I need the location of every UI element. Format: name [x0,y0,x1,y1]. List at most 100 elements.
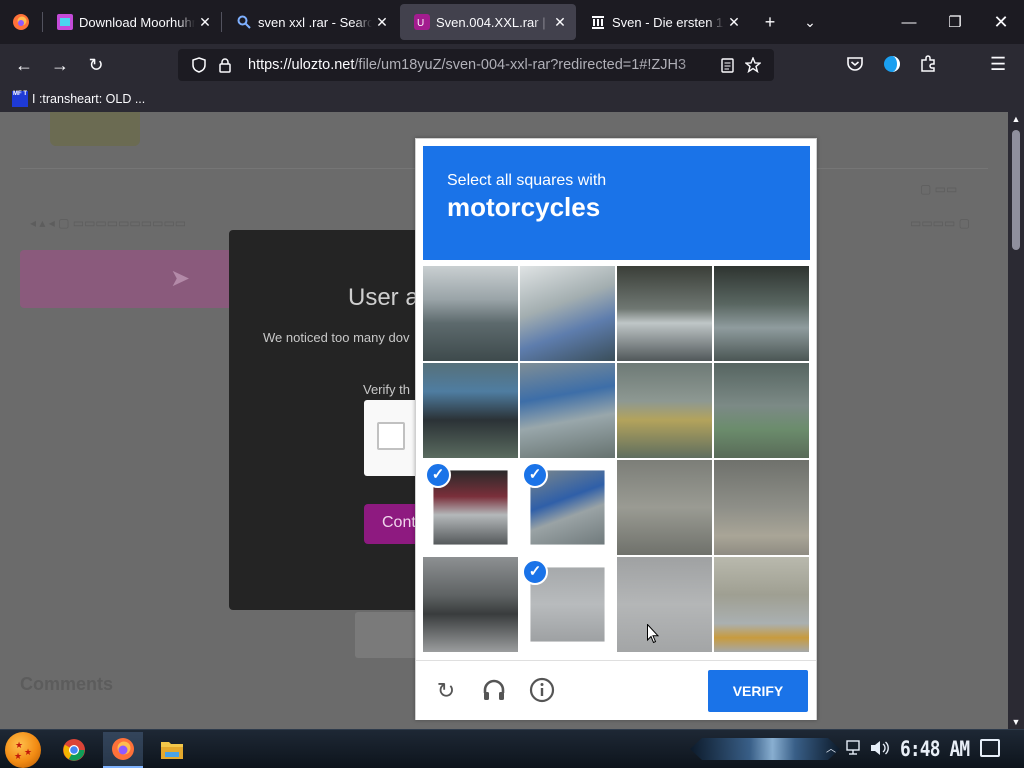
recaptcha-challenge: Select all squares with motorcycles ✓✓✓✓… [415,138,817,720]
start-button-orb-icon[interactable]: ★ ★ ★ [5,732,41,768]
captcha-tile-image [423,363,518,458]
download-arrow-icon: ➤ [170,265,191,292]
lock-icon[interactable] [212,57,238,73]
dialog-message: We noticed too many dov [263,330,410,345]
volume-speaker-icon[interactable] [870,740,890,759]
close-tab-icon[interactable]: ✕ [552,14,568,31]
challenge-footer: ↻ VERIFY [416,660,816,720]
svg-text:U: U [417,18,424,29]
ulozto-favicon-icon: U [414,14,430,30]
vertical-scrollbar[interactable]: ▲ ▼ [1008,112,1024,729]
navigation-toolbar: ← → ↻ https://ulozto.net/file/um18yuZ/sv… [0,44,1024,86]
taskbar-clock[interactable]: 6:48 AM [900,737,970,761]
mouse-cursor-icon [647,624,659,644]
captcha-tile[interactable]: ✓ [423,557,518,652]
forward-arrow-icon[interactable]: → [42,49,78,81]
firefox-view-button[interactable] [0,0,42,44]
reload-icon[interactable]: ↻ [78,49,114,81]
tab-title: Download Moorhuhn: N [79,14,195,30]
tab-strip: Download Moorhuhn: N ✕ sven xxl .rar - S… [0,0,1024,44]
captcha-tile[interactable]: ✓ [520,363,615,458]
captcha-tile-image [423,557,518,652]
tracking-shield-icon[interactable] [186,57,212,73]
list-tabs-chevron-down-icon[interactable]: ⌄ [790,0,830,44]
site-logo[interactable] [50,112,140,146]
tab-sven-wiki[interactable]: Sven - Die ersten 10 Ja ✕ [576,4,750,40]
scrollbar-thumb[interactable] [1012,130,1020,250]
captcha-tile[interactable]: ✓ [617,266,712,361]
captcha-tile[interactable]: ✓ [617,363,712,458]
captcha-tile[interactable]: ✓ [714,460,809,555]
close-window-icon[interactable]: ✕ [978,0,1024,44]
taskbar-decoration [690,738,840,760]
url-path: /file/um18yuZ/sven-004-xxl-rar?redirecte… [354,57,687,73]
search-icon [236,14,252,30]
captcha-tile-image [520,266,615,361]
tab-title: sven xxl .rar - Search [258,14,372,30]
screen: Download Moorhuhn: N ✕ sven xxl .rar - S… [0,0,1024,768]
close-tab-icon[interactable]: ✕ [726,14,742,31]
captcha-tile[interactable]: ✓ [520,557,615,652]
checkmark-icon: ✓ [522,559,548,585]
captcha-tile[interactable]: ✓ [617,460,712,555]
captcha-tile-image [617,460,712,555]
chrome-icon [63,739,85,761]
recaptcha-checkbox[interactable] [377,422,405,450]
network-icon[interactable] [846,740,864,759]
tray-overflow-chevron-up-icon[interactable]: ︿ [826,740,836,755]
captcha-tile[interactable]: ✓ [423,266,518,361]
captcha-tile-image [520,363,615,458]
dark-reader-icon[interactable] [882,54,902,79]
checkmark-icon: ✓ [425,462,451,488]
captcha-tile[interactable]: ✓ [714,266,809,361]
bookmark-favicon-icon: MF T [12,91,28,107]
scroll-up-arrow-icon[interactable]: ▲ [1008,112,1024,126]
action-center-notification-icon[interactable] [980,739,1000,757]
captcha-tile[interactable]: ✓ [423,460,518,555]
reload-challenge-icon[interactable]: ↻ [432,677,460,705]
verify-label: Verify th [363,382,410,397]
scroll-down-arrow-icon[interactable]: ▼ [1008,715,1024,729]
firefox-taskbar-button[interactable] [103,732,143,768]
captcha-tile-image [714,557,809,652]
bookmark-item[interactable]: I :transheart: OLD ... [32,92,145,106]
tab-ulozto[interactable]: U Sven.004.XXL.rar | Ul ✕ [400,4,576,40]
pocket-icon[interactable] [845,54,865,79]
info-icon[interactable] [528,677,556,705]
folder-icon [161,742,183,759]
verify-button[interactable]: VERIFY [708,670,808,712]
captcha-tile[interactable]: ✓ [520,266,615,361]
comments-heading: Comments [20,674,114,694]
firefox-icon [13,14,29,30]
chrome-taskbar-button[interactable] [54,732,94,768]
close-tab-icon[interactable]: ✕ [374,14,390,31]
extensions-puzzle-icon[interactable] [918,54,938,79]
tab-search[interactable]: sven xxl .rar - Search ✕ [222,4,398,40]
firefox-icon [112,738,134,760]
windows-taskbar: ★ ★ ★ ︿ 6:48 AM [0,729,1024,768]
new-tab-plus-icon[interactable]: + [750,0,790,44]
back-arrow-icon[interactable]: ← [6,49,42,81]
menu-hamburger-icon[interactable]: ☰ [990,54,1006,75]
file-actions-row: ◂ ▴ ◂ ▢ ▭▭▭▭▭▭▭▭▭▭ [30,216,187,230]
captcha-tile-image [714,266,809,361]
captcha-tile-image [423,266,518,361]
file-explorer-taskbar-button[interactable] [152,732,192,768]
url-bar[interactable]: https://ulozto.net/file/um18yuZ/sven-004… [178,49,774,81]
restore-icon[interactable]: ❐ [932,0,978,44]
dialog-title: User a [348,284,419,311]
minimize-icon[interactable]: — [886,0,932,44]
captcha-tile[interactable]: ✓ [617,557,712,652]
url-text[interactable]: https://ulozto.net/file/um18yuZ/sven-004… [248,57,714,73]
captcha-tile[interactable]: ✓ [520,460,615,555]
reader-view-icon[interactable] [714,57,740,73]
audio-headphones-icon[interactable] [480,677,508,705]
bookmarks-toolbar: MF T I :transheart: OLD ... [0,86,1024,112]
captcha-tile[interactable]: ✓ [714,363,809,458]
captcha-tile[interactable]: ✓ [714,557,809,652]
close-tab-icon[interactable]: ✕ [197,14,213,31]
bookmark-star-icon[interactable] [740,57,766,73]
captcha-tile[interactable]: ✓ [423,363,518,458]
tab-moorhuhn[interactable]: Download Moorhuhn: N ✕ [43,4,221,40]
captcha-tile-image [617,363,712,458]
